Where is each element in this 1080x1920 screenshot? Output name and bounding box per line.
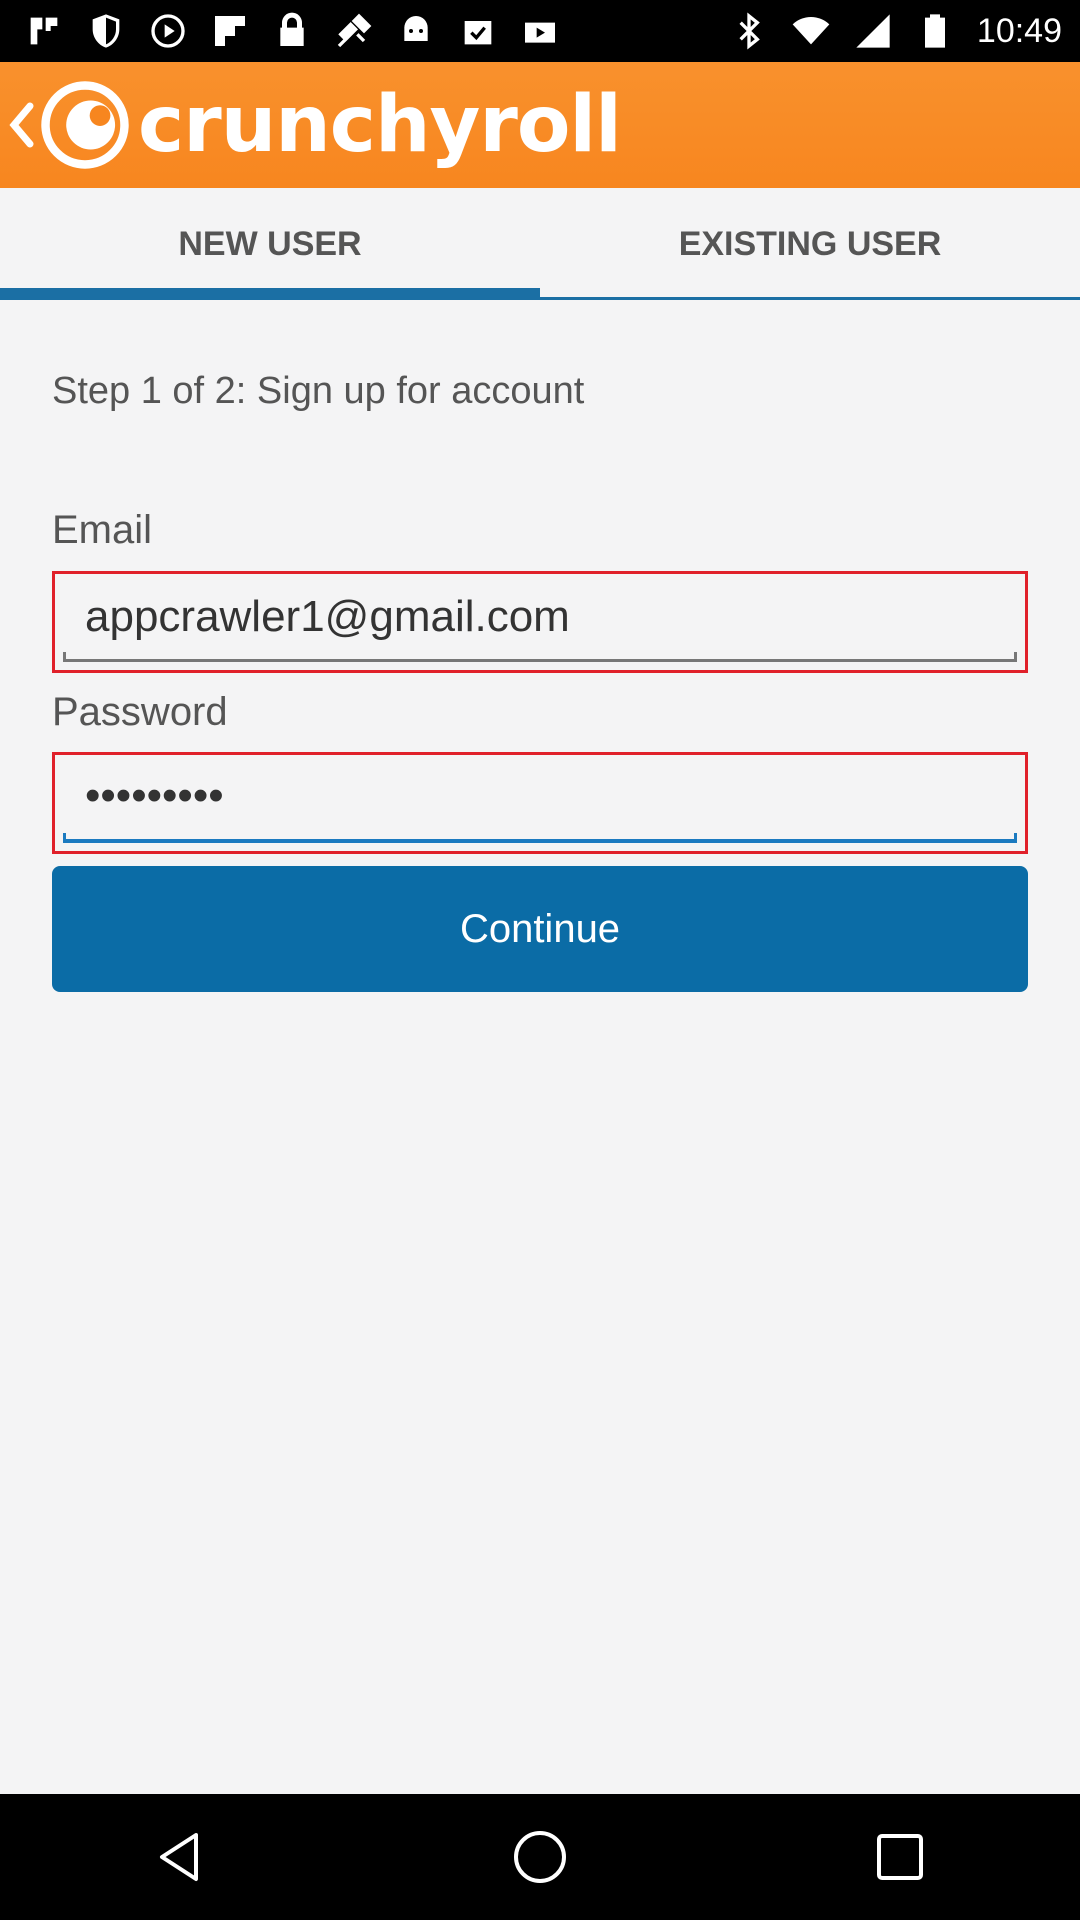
tab-new-user[interactable]: NEW USER [0,188,540,300]
flipboard-icon [210,11,250,51]
checkbox-icon [458,11,498,51]
recents-icon[interactable] [860,1817,940,1897]
password-field[interactable]: ••••••••• [52,752,1028,854]
password-label: Password [52,690,228,734]
tab-divider [540,297,1080,300]
back-icon[interactable] [140,1817,220,1897]
shield-icon [86,11,126,51]
play-icon [148,11,188,51]
lock-icon [272,11,312,51]
tab-label: EXISTING USER [678,224,942,263]
email-field[interactable]: appcrawler1@gmail.com [52,571,1028,673]
signal-icon [853,11,893,51]
wifi-icon [791,11,831,51]
tab-label: NEW USER [178,224,362,263]
back-chevron-icon[interactable] [6,95,42,155]
email-underline [63,652,1017,662]
password-underline [63,833,1017,843]
youtube-icon [520,11,560,51]
continue-button[interactable]: Continue [52,866,1028,992]
satellite-icon [334,11,374,51]
email-label: Email [52,508,153,552]
clock: 10:49 [976,11,1062,50]
home-icon[interactable] [500,1817,580,1897]
tab-bar: NEW USER EXISTING USER [0,188,1080,300]
email-value: appcrawler1@gmail.com [85,592,570,641]
tab-existing-user[interactable]: EXISTING USER [540,188,1080,300]
step-text: Step 1 of 2: Sign up for account [52,370,585,412]
android-icon [396,11,436,51]
battery-icon [915,11,955,51]
status-bar: 10:49 [0,0,1080,62]
password-value: ••••••••• [85,771,224,820]
notification-icon [24,11,64,51]
brand-name: crunchyroll [138,80,622,170]
active-tab-indicator [0,288,540,300]
app-bar: crunchyroll [0,62,1080,188]
continue-label: Continue [459,906,621,951]
bluetooth-icon [729,11,769,51]
crunchyroll-logo-icon[interactable] [38,78,132,172]
navigation-bar [0,1794,1080,1920]
